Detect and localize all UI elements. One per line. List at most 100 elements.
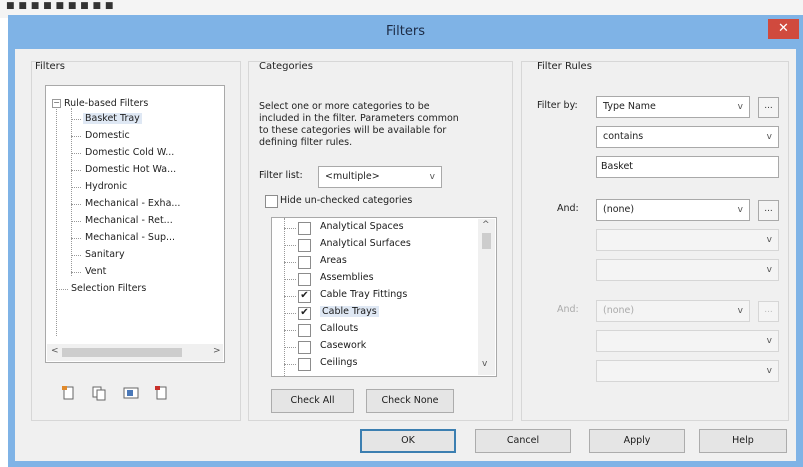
tree-node-mechanical-exhaust[interactable]: Mechanical - Exha... [85, 198, 180, 209]
list-item[interactable]: Analytical Spaces [272, 220, 477, 237]
chevron-down-icon: v [766, 265, 772, 275]
categories-vertical-scrollbar[interactable]: ^ v [478, 219, 495, 375]
and1-ellipsis-button[interactable]: ... [758, 200, 779, 221]
tree-node-mechanical-supply[interactable]: Mechanical - Sup... [85, 232, 175, 243]
category-checkbox[interactable]: ✔ [298, 290, 311, 303]
list-item[interactable]: Assemblies [272, 271, 477, 288]
hide-unchecked-label: Hide un-checked categories [280, 195, 413, 206]
list-item[interactable]: Areas [272, 254, 477, 271]
tree-guide-line [284, 296, 296, 297]
filters-tree[interactable]: − Rule-based Filters Basket Tray Domesti… [45, 85, 225, 363]
and2-dropdown[interactable]: (none) v [596, 300, 750, 322]
and1-value-dropdown[interactable]: v [596, 259, 779, 281]
delete-filter-icon[interactable] [154, 385, 170, 401]
tree-guide-line [71, 221, 81, 222]
filter-by-dropdown[interactable]: Type Name v [596, 96, 750, 118]
check-all-button[interactable]: Check All [271, 389, 354, 413]
and2-ellipsis-button[interactable]: ... [758, 301, 779, 322]
tree-node-hydronic[interactable]: Hydronic [85, 181, 127, 192]
tree-node-mechanical-return[interactable]: Mechanical - Ret... [85, 215, 173, 226]
and2-value: (none) [603, 305, 635, 316]
scroll-thumb[interactable] [62, 348, 182, 357]
tree-node-rule-based-filters[interactable]: Rule-based Filters [64, 98, 148, 109]
help-button[interactable]: Help [699, 429, 787, 453]
and1-dropdown[interactable]: (none) v [596, 199, 750, 221]
filter-by-value: Type Name [603, 101, 656, 112]
list-item[interactable]: Casework [272, 339, 477, 356]
tree-guide-line [284, 347, 296, 348]
new-filter-icon[interactable] [61, 385, 77, 401]
and1-operator-dropdown[interactable]: v [596, 229, 779, 251]
categories-list[interactable]: Analytical Spaces Analytical Surfaces Ar… [271, 217, 497, 377]
ok-button[interactable]: OK [360, 429, 456, 453]
category-checkbox[interactable] [298, 222, 311, 235]
dialog-title: Filters [386, 24, 425, 39]
title-bar[interactable]: Filters ✕ [8, 15, 803, 49]
tree-node-selection-filters[interactable]: Selection Filters [71, 283, 146, 294]
and2-value-dropdown[interactable]: v [596, 360, 779, 382]
list-item[interactable]: Callouts [272, 322, 477, 339]
chevron-down-icon: v [766, 132, 772, 142]
tree-node-basket-tray[interactable]: Basket Tray [83, 113, 142, 124]
filter-by-label: Filter by: [537, 100, 578, 111]
tree-guide-line [284, 313, 296, 314]
and1-label: And: [557, 203, 579, 214]
hide-unchecked-checkbox[interactable] [265, 195, 278, 208]
duplicate-filter-icon[interactable] [91, 385, 107, 401]
filter-by-ellipsis-button[interactable]: ... [758, 97, 779, 118]
apply-button[interactable]: Apply [589, 429, 685, 453]
and2-operator-dropdown[interactable]: v [596, 330, 779, 352]
scroll-down-icon[interactable]: v [482, 359, 487, 369]
and1-value: (none) [603, 204, 635, 215]
category-checkbox[interactable] [298, 273, 311, 286]
chevron-down-icon: v [737, 102, 743, 112]
filter-list-label: Filter list: [259, 170, 303, 181]
tree-node-vent[interactable]: Vent [85, 266, 106, 277]
scroll-thumb[interactable] [482, 233, 491, 249]
rule-value-input[interactable]: Basket [596, 156, 779, 178]
tree-node-domestic-hot[interactable]: Domestic Hot Wa... [85, 164, 176, 175]
scroll-right-icon[interactable]: > [213, 346, 221, 356]
chevron-down-icon: v [766, 336, 772, 346]
scroll-up-icon[interactable]: ^ [482, 220, 490, 230]
list-item[interactable]: Ceilings [272, 356, 477, 373]
list-item[interactable]: ✔ Cable Tray Fittings [272, 288, 477, 305]
filters-dialog: Filters ✕ Filters − Rule-based Filters B… [8, 15, 803, 467]
scroll-left-icon[interactable]: < [51, 346, 59, 356]
category-checkbox[interactable] [298, 256, 311, 269]
tree-guide-line [71, 119, 81, 120]
tree-horizontal-scrollbar[interactable]: < > [47, 344, 223, 361]
cancel-button[interactable]: Cancel [475, 429, 571, 453]
tree-guide-line [71, 204, 81, 205]
tree-guide-line [56, 106, 57, 336]
category-checkbox[interactable] [298, 324, 311, 337]
filter-rules-group-label: Filter Rules [537, 61, 592, 72]
chevron-down-icon: v [766, 235, 772, 245]
filter-list-dropdown[interactable]: <multiple> v [318, 166, 442, 188]
list-item[interactable]: Analytical Surfaces [272, 237, 477, 254]
tree-node-sanitary[interactable]: Sanitary [85, 249, 125, 260]
tree-guide-line [71, 170, 81, 171]
category-checkbox[interactable]: ✔ [298, 307, 311, 320]
category-checkbox[interactable] [298, 341, 311, 354]
category-checkbox[interactable] [298, 239, 311, 252]
category-label: Casework [320, 340, 367, 351]
filters-group-label: Filters [35, 61, 65, 72]
tree-guide-line [284, 228, 296, 229]
chevron-down-icon: v [429, 172, 435, 182]
tree-node-domestic-cold[interactable]: Domestic Cold W... [85, 147, 174, 158]
category-checkbox[interactable] [298, 358, 311, 371]
close-button[interactable]: ✕ [768, 19, 799, 39]
collapse-expander-icon[interactable]: − [52, 99, 61, 108]
category-label: Assemblies [320, 272, 374, 283]
background-window-text: ■ ■ ■ ■ ■ ■ ■ ■ ■ [6, 1, 114, 11]
and2-label: And: [557, 304, 579, 315]
operator-dropdown[interactable]: contains v [596, 126, 779, 148]
operator-value: contains [603, 131, 644, 142]
tree-guide-line [71, 272, 81, 273]
list-item[interactable]: ✔ Cable Trays [272, 305, 477, 322]
tree-node-domestic[interactable]: Domestic [85, 130, 130, 141]
rename-filter-icon[interactable] [123, 385, 139, 401]
check-none-button[interactable]: Check None [366, 389, 454, 413]
background-window-edge [0, 18, 8, 467]
